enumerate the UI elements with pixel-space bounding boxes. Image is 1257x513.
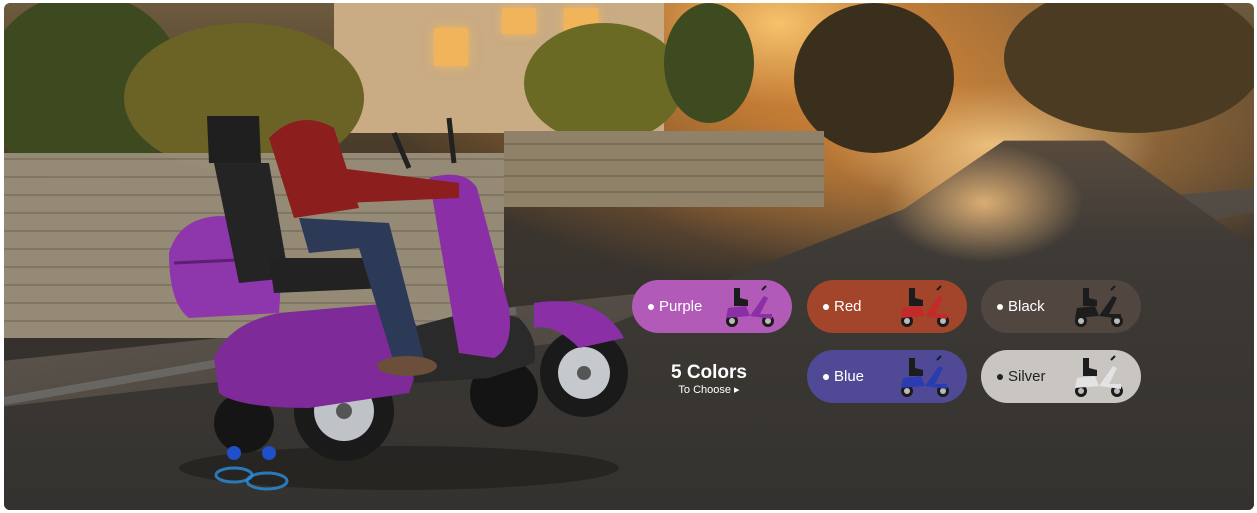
bullet-icon	[997, 303, 1003, 310]
colors-callout: 5 Colors To Choose ▸	[659, 362, 759, 397]
color-option-purple[interactable]: Purple	[632, 280, 792, 333]
color-option-label: Black	[1008, 298, 1045, 315]
scooter-thumbnail-icon	[901, 285, 949, 327]
color-option-label: Purple	[659, 298, 703, 315]
colors-heading: 5 Colors	[670, 362, 748, 383]
color-option-black[interactable]: Black	[981, 280, 1141, 333]
sun-glow	[884, 143, 1084, 263]
bullet-icon	[648, 303, 654, 310]
color-option-silver[interactable]: Silver	[981, 350, 1141, 403]
scooter-thumbnail-icon	[726, 285, 774, 327]
scooter-thumbnail-icon	[1075, 285, 1123, 327]
color-option-label: Red	[834, 298, 862, 315]
mobility-scooter-illustration	[169, 116, 628, 491]
colors-subheading: To Choose ▸	[678, 384, 740, 396]
bullet-icon	[823, 373, 829, 380]
color-option-label: Silver	[1008, 368, 1046, 385]
hero-banner: Purple Red Black Blue Silver 5 Colors To Cho…	[4, 3, 1254, 510]
color-option-label: Blue	[834, 368, 865, 385]
tree	[1004, 3, 1254, 133]
tree	[664, 3, 754, 123]
color-option-red[interactable]: Red	[807, 280, 967, 333]
bullet-icon	[997, 373, 1003, 380]
scooter-thumbnail-icon	[1075, 355, 1123, 397]
color-option-blue[interactable]: Blue	[807, 350, 967, 403]
scooter-thumbnail-icon	[901, 355, 949, 397]
bullet-icon	[823, 303, 829, 310]
